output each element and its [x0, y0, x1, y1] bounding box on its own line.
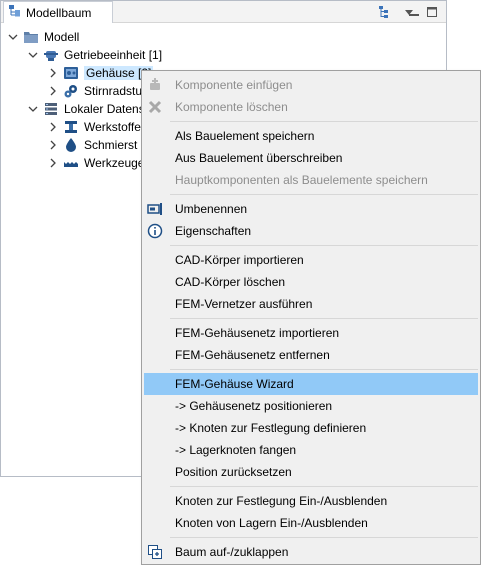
tree-node-schmierstoffe[interactable]: Schmierst: [47, 135, 137, 154]
chevron-right-icon[interactable]: [47, 85, 59, 97]
tree-node-stirnradstufe[interactable]: Stirnradstu: [47, 81, 142, 100]
view-titlebar: Modellbaum: [1, 1, 446, 23]
menu-separator: [170, 318, 478, 319]
spur-gear-icon: [63, 83, 79, 99]
insert-component-icon: [147, 77, 163, 93]
tree-label: Getriebeeinheit [1]: [64, 47, 163, 62]
tree-label: Werkstoffe: [84, 119, 141, 134]
material-icon: [63, 119, 79, 135]
rename-icon: [147, 201, 163, 217]
menu-item-als-bauelement-speichern[interactable]: Als Bauelement speichern: [144, 125, 478, 147]
tree-label: Modell: [44, 29, 80, 44]
menu-item-umbenennen[interactable]: Umbenennen: [144, 198, 478, 220]
chevron-down-icon[interactable]: [27, 103, 39, 115]
tree-label: Werkzeuge: [84, 155, 145, 170]
info-icon: [147, 223, 163, 239]
tree-label: Stirnradstu: [84, 83, 143, 98]
expand-collapse-icon: [147, 544, 163, 560]
menu-item-fem-netz-importieren[interactable]: FEM-Gehäusenetz importieren: [144, 322, 478, 344]
menu-item-knoten-lager-einausblenden[interactable]: Knoten von Lagern Ein-/Ausblenden: [144, 512, 478, 534]
lubricant-icon: [63, 137, 79, 153]
menu-item-fem-netz-entfernen[interactable]: FEM-Gehäusenetz entfernen: [144, 344, 478, 366]
tree-label: Schmierst: [84, 137, 138, 152]
menu-item-gehaeusenetz-positionieren[interactable]: -> Gehäusenetz positionieren: [144, 395, 478, 417]
tree-node-werkzeuge[interactable]: Werkzeuge: [47, 153, 144, 172]
tree-toggle-icon[interactable]: [378, 5, 392, 19]
database-icon: [43, 101, 59, 117]
menu-item-fem-vernetzer[interactable]: FEM-Vernetzer ausführen: [144, 293, 478, 315]
delete-x-icon: [147, 99, 163, 115]
gear-unit-icon: [43, 47, 59, 63]
menu-item-hauptkomponenten-speichern[interactable]: Hauptkomponenten als Bauelemente speiche…: [144, 169, 478, 191]
tree-node-getriebeeinheit[interactable]: Getriebeeinheit [1]: [27, 45, 162, 64]
housing-icon: [63, 65, 79, 81]
menu-separator: [170, 121, 478, 122]
tool-icon: [63, 155, 79, 171]
menu-separator: [170, 537, 478, 538]
menu-item-position-zuruecksetzen[interactable]: Position zurücksetzen: [144, 461, 478, 483]
context-menu: Komponente einfügen Komponente löschen A…: [141, 70, 481, 565]
view-title: Modellbaum: [26, 5, 92, 20]
chevron-right-icon[interactable]: [47, 67, 59, 79]
menu-item-komponente-einfuegen[interactable]: Komponente einfügen: [144, 74, 478, 96]
tree-node-modell[interactable]: Modell: [7, 27, 79, 46]
menu-item-eigenschaften[interactable]: Eigenschaften: [144, 220, 478, 242]
menu-item-knoten-festlegung-einausblenden[interactable]: Knoten zur Festlegung Ein-/Ausblenden: [144, 490, 478, 512]
maximize-icon[interactable]: [425, 5, 439, 19]
menu-separator: [170, 486, 478, 487]
chevron-right-icon[interactable]: [47, 157, 59, 169]
menu-separator: [170, 245, 478, 246]
menu-item-baum-auf-zuklappen[interactable]: Baum auf-/zuklappen: [144, 541, 478, 563]
menu-item-lagerknoten-fangen[interactable]: -> Lagerknoten fangen: [144, 439, 478, 461]
chevron-down-icon[interactable]: [7, 31, 19, 43]
minimize-icon[interactable]: [407, 5, 421, 19]
menu-item-cad-importieren[interactable]: CAD-Körper importieren: [144, 249, 478, 271]
folder-icon: [23, 29, 39, 45]
tree-label: Lokaler Datens: [64, 101, 145, 116]
chevron-right-icon[interactable]: [47, 139, 59, 151]
menu-item-komponente-loeschen[interactable]: Komponente löschen: [144, 96, 478, 118]
menu-separator: [170, 369, 478, 370]
tree-node-gehaeuse[interactable]: Gehäuse [2]: [47, 63, 154, 82]
chevron-down-icon[interactable]: [27, 49, 39, 61]
view-tab-modellbaum[interactable]: Modellbaum: [3, 1, 113, 23]
menu-separator: [170, 194, 478, 195]
menu-item-fem-gehaeuse-wizard[interactable]: FEM-Gehäuse Wizard: [144, 373, 478, 395]
tree-view-icon: [8, 4, 22, 21]
menu-item-aus-bauelement-ueberschreiben[interactable]: Aus Bauelement überschreiben: [144, 147, 478, 169]
menu-item-cad-loeschen[interactable]: CAD-Körper löschen: [144, 271, 478, 293]
menu-item-knoten-festlegung-definieren[interactable]: -> Knoten zur Festlegung definieren: [144, 417, 478, 439]
tree-node-lokaler-datensatz[interactable]: Lokaler Datens: [27, 99, 145, 118]
chevron-right-icon[interactable]: [47, 121, 59, 133]
tree-node-werkstoffe[interactable]: Werkstoffe: [47, 117, 141, 136]
